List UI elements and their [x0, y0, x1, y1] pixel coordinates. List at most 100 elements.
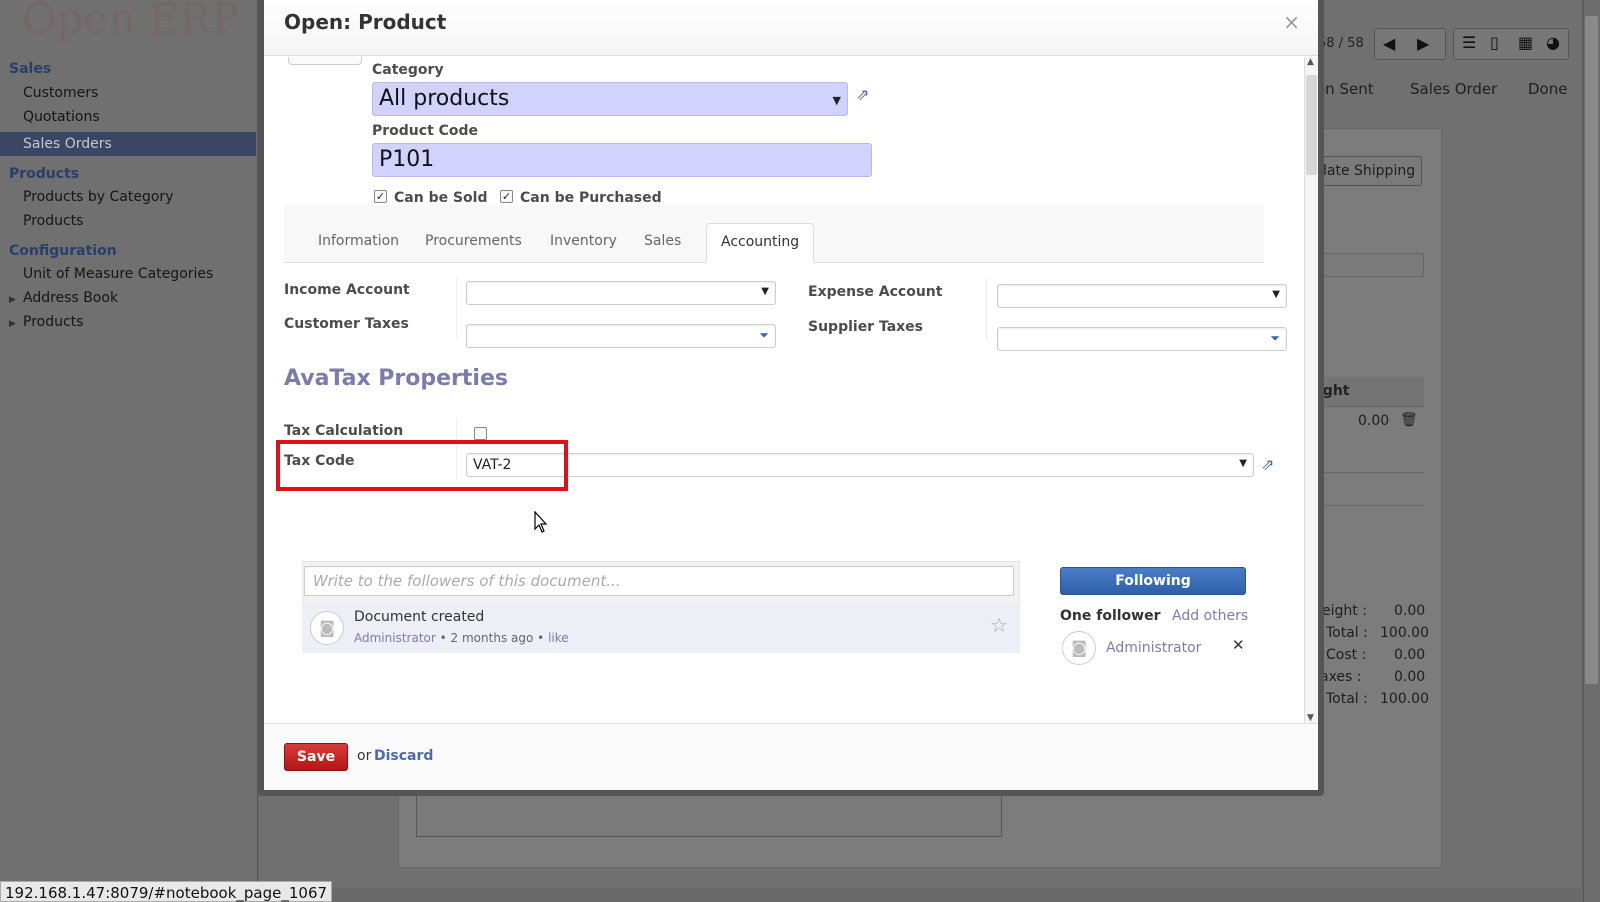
- notebook-tabs: Information Procurements Inventory Sales…: [284, 205, 1264, 263]
- sidebar-item-quotations[interactable]: Quotations: [23, 109, 100, 125]
- chevron-down-icon[interactable]: ▼: [1272, 289, 1280, 300]
- category-label: Category: [372, 62, 444, 78]
- form-view-icon[interactable]: ▯: [1490, 33, 1499, 52]
- product-code-input[interactable]: P101: [372, 143, 872, 177]
- sidebar-item-address-book[interactable]: Address Book: [23, 290, 118, 306]
- status-step-sent[interactable]: on Sent: [1316, 80, 1374, 98]
- category-select[interactable]: All products ▼: [372, 82, 848, 116]
- background-input[interactable]: [1318, 253, 1424, 277]
- supplier-taxes-label: Supplier Taxes: [808, 319, 924, 335]
- pager-count: 58 / 58: [1318, 36, 1364, 51]
- dialog-footer: Save or Discard: [264, 723, 1318, 790]
- expense-account-select[interactable]: ▼: [997, 284, 1287, 308]
- sidebar-item-products-by-category[interactable]: Products by Category: [23, 189, 173, 205]
- can-be-purchased-checkbox[interactable]: ✓: [500, 190, 513, 203]
- total-value: 100.00: [1380, 691, 1429, 707]
- message-meta: Administrator • 2 months ago • like: [354, 631, 569, 645]
- chevron-down-icon[interactable]: ▼: [833, 94, 841, 107]
- camera-icon: ◙: [1062, 631, 1096, 665]
- divider: [1318, 505, 1424, 506]
- dialog-scrollbar-thumb[interactable]: [1306, 75, 1317, 175]
- tax-code-select[interactable]: VAT-2 ▼: [466, 453, 1254, 477]
- chevron-down-icon[interactable]: ▼: [761, 286, 769, 297]
- can-be-sold-checkbox[interactable]: ✓: [374, 190, 387, 203]
- sidebar-item-customers[interactable]: Customers: [23, 85, 98, 101]
- graph-view-icon[interactable]: ◕: [1546, 33, 1560, 52]
- sidebar-section-products[interactable]: Products: [9, 166, 79, 182]
- sidebar-section-sales[interactable]: Sales: [9, 61, 51, 77]
- remove-follower-icon[interactable]: ✕: [1232, 636, 1245, 654]
- expand-triangle-icon[interactable]: ▶: [9, 295, 16, 305]
- total-label: eight :: [1322, 603, 1367, 619]
- pager-buttons[interactable]: ◀ ▶: [1374, 28, 1446, 60]
- customer-taxes-select[interactable]: ⏷: [466, 324, 776, 348]
- chevron-down-icon[interactable]: ⏷: [1270, 331, 1280, 346]
- divider: [986, 279, 987, 341]
- status-step-sales-order[interactable]: Sales Order: [1410, 80, 1497, 98]
- status-step-done[interactable]: Done: [1528, 80, 1567, 98]
- tab-accounting[interactable]: Accounting: [706, 223, 815, 263]
- line-column-header: ight: [1318, 377, 1424, 407]
- or-label: or: [357, 748, 372, 764]
- message-author[interactable]: Administrator: [354, 631, 436, 645]
- tab-inventory[interactable]: Inventory: [536, 223, 631, 263]
- meta-separator: •: [439, 631, 447, 645]
- sidebar-item-config-products[interactable]: Products: [23, 314, 83, 330]
- product-image[interactable]: [288, 57, 362, 65]
- supplier-taxes-select[interactable]: ⏷: [997, 327, 1287, 351]
- dialog-scrollbar[interactable]: ▲ ▼: [1304, 57, 1318, 723]
- chevron-down-icon[interactable]: ▼: [1239, 458, 1247, 469]
- sidebar-item-uom-categories[interactable]: Unit of Measure Categories: [23, 266, 213, 282]
- external-link-icon[interactable]: ⇗: [1261, 455, 1279, 474]
- highlight-box: [276, 440, 568, 491]
- chevron-down-icon[interactable]: ⏷: [759, 328, 769, 343]
- status-url: 192.168.1.47:8079/#notebook_page_1067: [0, 881, 333, 902]
- category-value: All products: [379, 86, 510, 111]
- logo-open-text: Open: [22, 0, 136, 43]
- total-value: 0.00: [1394, 669, 1426, 685]
- can-be-sold-label: Can be Sold: [394, 190, 488, 206]
- trash-icon[interactable]: 🗑: [1400, 412, 1418, 428]
- arrow-right-icon[interactable]: ▶: [1417, 34, 1429, 53]
- close-icon[interactable]: ×: [1283, 10, 1300, 34]
- logo-erp-text: ERP: [148, 0, 240, 43]
- following-button[interactable]: Following: [1060, 567, 1246, 595]
- avatax-section-title: AvaTax Properties: [284, 366, 508, 391]
- tab-procurements[interactable]: Procurements: [411, 223, 536, 263]
- scroll-down-icon[interactable]: ▼: [1307, 713, 1314, 723]
- sidebar-item-sales-orders[interactable]: Sales Orders: [0, 132, 256, 156]
- save-button[interactable]: Save: [284, 743, 348, 771]
- notes-textarea[interactable]: [416, 793, 1002, 837]
- total-value: 0.00: [1394, 603, 1426, 619]
- chatter-message-input[interactable]: Write to the followers of this document.…: [304, 566, 1014, 596]
- divider: [456, 277, 457, 339]
- dialog-header: Open: Product ×: [264, 0, 1318, 56]
- view-switcher[interactable]: ☰ ▯ ▦ ◕: [1453, 28, 1569, 60]
- discard-link[interactable]: Discard: [374, 748, 433, 764]
- calendar-view-icon[interactable]: ▦: [1518, 33, 1533, 52]
- expand-triangle-icon[interactable]: ▶: [9, 319, 16, 329]
- external-link-icon[interactable]: ⇗: [856, 85, 874, 104]
- can-be-purchased-label: Can be Purchased: [520, 190, 662, 206]
- divider: [1318, 472, 1424, 473]
- arrow-left-icon[interactable]: ◀: [1383, 34, 1395, 53]
- total-value: 0.00: [1394, 647, 1426, 663]
- page-scrollbar-thumb[interactable]: [1585, 16, 1598, 684]
- list-view-icon[interactable]: ☰: [1462, 33, 1476, 52]
- dialog-title: Open: Product: [284, 10, 447, 34]
- sidebar-item-products[interactable]: Products: [23, 213, 83, 229]
- star-icon[interactable]: ☆: [990, 613, 1008, 637]
- tab-sales[interactable]: Sales: [630, 223, 695, 263]
- tax-calculation-checkbox[interactable]: [474, 427, 487, 440]
- tab-information[interactable]: Information: [304, 223, 413, 263]
- page-scrollbar[interactable]: [1583, 0, 1600, 902]
- sidebar-section-configuration[interactable]: Configuration: [9, 243, 117, 259]
- add-others-link[interactable]: Add others: [1172, 608, 1248, 624]
- like-link[interactable]: like: [548, 631, 569, 645]
- follower-name-link[interactable]: Administrator: [1106, 640, 1201, 656]
- tax-calculation-label: Tax Calculation: [284, 423, 404, 439]
- income-account-select[interactable]: ▼: [466, 281, 776, 305]
- total-value: 100.00: [1380, 625, 1429, 641]
- total-label: axes :: [1320, 669, 1362, 685]
- scroll-up-icon[interactable]: ▲: [1307, 57, 1314, 67]
